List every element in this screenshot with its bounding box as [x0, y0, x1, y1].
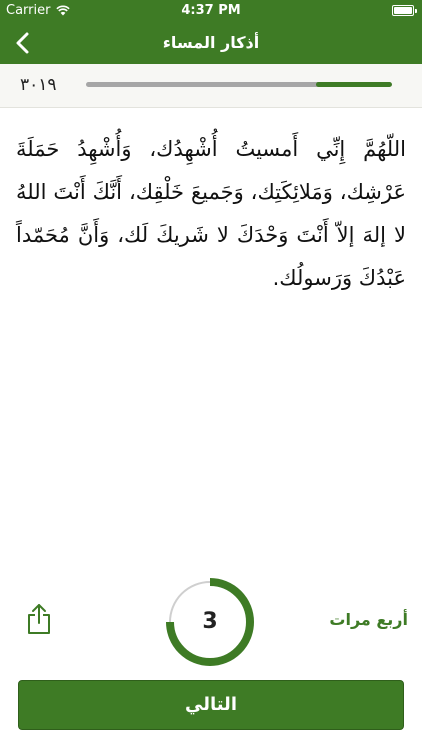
- count-remaining: 3: [202, 609, 218, 634]
- progress-bar: [86, 82, 392, 87]
- progress-bar-fill: [315, 82, 392, 87]
- share-icon[interactable]: [24, 602, 54, 636]
- battery-icon: [392, 5, 417, 16]
- next-button[interactable]: التالي: [18, 680, 404, 730]
- dua-text: اللّهُمَّ إِنِّي أَمسيتُ أُشْهِدُك، وَأُ…: [16, 137, 406, 290]
- nav-bar: أذكار المساء: [0, 22, 422, 64]
- progress-row: ٣٠١٩: [0, 64, 422, 108]
- page-title: أذكار المساء: [162, 33, 260, 52]
- status-bar: Carrier 4:37 PM: [0, 0, 422, 22]
- status-time: 4:37 PM: [181, 3, 241, 18]
- page-counter: ٣٠١٩: [20, 75, 57, 95]
- repeat-count-label: أربع مرات: [329, 610, 408, 629]
